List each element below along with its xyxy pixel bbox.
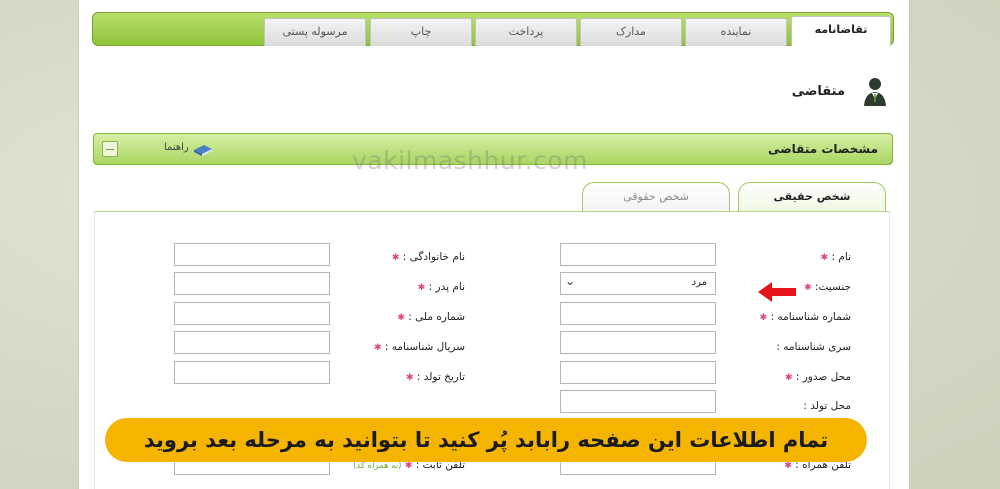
last-name-label: نام خانوادگی : ✱ — [391, 251, 465, 263]
birth-cert-number-input[interactable] — [560, 302, 716, 325]
gender-selected-value: مرد — [691, 277, 707, 288]
first-name-input[interactable] — [560, 243, 716, 266]
help-link[interactable]: راهنما — [164, 142, 189, 153]
tab-payment[interactable]: پرداخت — [475, 18, 577, 46]
instruction-banner: تمام اطلاعات این صفحه رابابد پُر کنید تا… — [105, 418, 867, 462]
tab-real-person[interactable]: شخص حقیقی — [738, 182, 886, 212]
gender-label: جنسیت: ✱ — [804, 281, 851, 293]
father-name-label: نام پدر : ✱ — [417, 281, 465, 293]
national-id-label: شماره ملی : ✱ — [397, 311, 465, 323]
father-name-input[interactable] — [174, 272, 330, 295]
first-name-label: نام : ✱ — [820, 251, 851, 263]
person-icon — [864, 78, 886, 106]
birth-cert-serial-label: سریال شناسنامه : ✱ — [373, 341, 465, 353]
book-icon[interactable] — [192, 140, 214, 158]
collapse-button[interactable] — [102, 141, 118, 157]
tab-print[interactable]: چاپ — [370, 18, 472, 46]
tab-documents[interactable]: مدارک — [580, 18, 682, 46]
tab-postal[interactable]: مرسوله پستی — [264, 18, 366, 46]
chevron-down-icon: ⌄ — [565, 274, 576, 288]
birth-place-label: محل تولد : — [803, 400, 851, 412]
tab-application[interactable]: تقاضانامه — [791, 16, 891, 46]
section-title: مشخصات متقاضی — [767, 142, 878, 156]
issue-place-label: محل صدور : ✱ — [784, 371, 851, 383]
watermark-text: vakilmashhur.com — [352, 146, 589, 175]
gender-select[interactable]: مرد ⌄ — [560, 272, 716, 295]
birth-cert-serial-input[interactable] — [174, 331, 330, 354]
birth-cert-series-input[interactable] — [560, 331, 716, 354]
tab-legal-person[interactable]: شخص حقوقی — [582, 182, 730, 212]
birth-cert-number-label: شماره شناسنامه : ✱ — [759, 311, 851, 323]
issue-place-input[interactable] — [560, 361, 716, 384]
national-id-input[interactable] — [174, 302, 330, 325]
last-name-input[interactable] — [174, 243, 330, 266]
birth-place-input[interactable] — [560, 390, 716, 413]
birth-date-input[interactable] — [174, 361, 330, 384]
birth-date-label: تاریخ تولد : ✱ — [405, 371, 465, 383]
tab-representative[interactable]: نماینده — [685, 18, 787, 46]
applicant-heading: متقاضی — [791, 84, 845, 99]
red-arrow-icon — [758, 282, 796, 302]
birth-cert-series-label: سری شناسنامه : — [776, 341, 851, 353]
